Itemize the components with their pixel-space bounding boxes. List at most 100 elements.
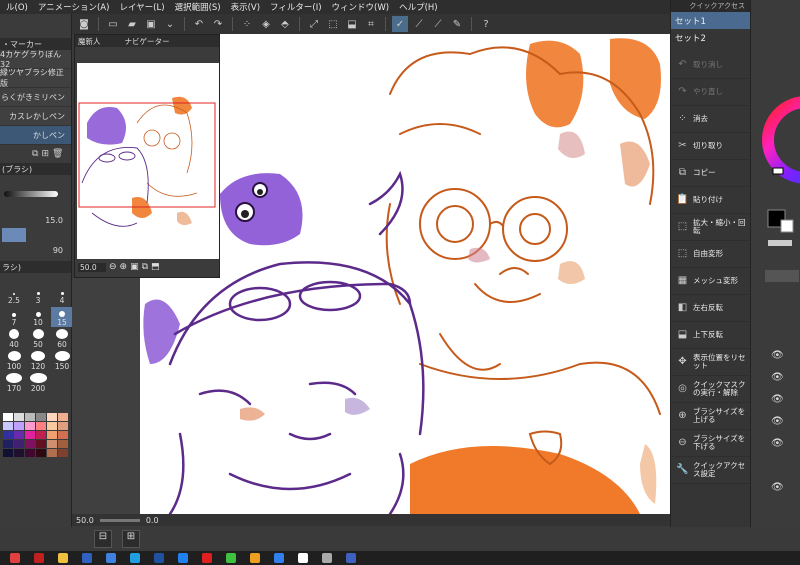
panel-toggle-icon[interactable]: ⊞ <box>122 530 140 548</box>
swatch[interactable] <box>47 449 57 457</box>
dropdown-icon[interactable]: ⌄ <box>162 16 178 32</box>
size-preset[interactable]: 50 <box>27 329 49 349</box>
size-preset[interactable]: 10 <box>27 307 49 327</box>
eye-icon[interactable]: 👁 <box>771 416 784 427</box>
eye-icon[interactable]: 👁 <box>771 372 784 383</box>
swatch[interactable] <box>58 431 68 439</box>
snap-grid-icon[interactable]: ⟋ <box>430 16 446 32</box>
size-preset-selected[interactable]: 15 <box>51 307 73 327</box>
swatch[interactable] <box>14 440 24 448</box>
app-icon-10[interactable] <box>226 553 236 563</box>
app-icon-9[interactable] <box>202 553 212 563</box>
size-preset[interactable]: 3 <box>27 285 49 305</box>
actual-size-icon[interactable]: ⧉ <box>142 262 148 272</box>
fill-icon[interactable]: ◈ <box>258 16 274 32</box>
quick-access-item[interactable]: ↶ 取り消し <box>671 52 750 79</box>
clear-icon[interactable]: ⁘ <box>239 16 255 32</box>
menu-selection[interactable]: 選択範囲(S) <box>175 1 221 13</box>
opacity-row[interactable]: 90 <box>0 243 71 257</box>
eye-icon[interactable]: 👁 <box>771 482 784 493</box>
opacity-value[interactable]: 90 <box>53 246 63 255</box>
swatch[interactable] <box>14 422 24 430</box>
swatch[interactable] <box>36 440 46 448</box>
swatch[interactable] <box>36 413 46 421</box>
app-icon-8[interactable] <box>178 553 188 563</box>
app-icon-3[interactable] <box>58 553 68 563</box>
transform-icon[interactable]: ⤢ <box>306 16 322 32</box>
copy-subtool-icon[interactable]: ⧉ <box>32 149 38 159</box>
size-preset[interactable]: 7 <box>3 307 25 327</box>
save-icon[interactable]: ▣ <box>143 16 159 32</box>
swatch[interactable] <box>3 449 13 457</box>
swatch[interactable] <box>47 413 57 421</box>
quick-access-item[interactable]: 🔧 クイックアクセス設定 <box>671 457 750 484</box>
app-icon-11[interactable] <box>250 553 260 563</box>
size-preset[interactable]: 100 <box>3 351 25 371</box>
quick-access-item[interactable]: ⁘ 消去 <box>671 106 750 133</box>
brush-item[interactable]: らくがきミリペン <box>0 88 71 107</box>
swatch[interactable] <box>58 422 68 430</box>
app-icon-15[interactable] <box>346 553 356 563</box>
app-icon-12[interactable] <box>274 553 284 563</box>
swatch[interactable] <box>14 431 24 439</box>
app-icon-13[interactable] <box>298 553 308 563</box>
layer-tab[interactable]: 魔新人 <box>78 36 101 47</box>
swatch[interactable] <box>3 440 13 448</box>
size-preset[interactable]: 2.5 <box>3 285 25 305</box>
brush-size-value[interactable]: 15.0 <box>45 216 63 225</box>
quick-access-item[interactable]: ⧉ コピー <box>671 160 750 187</box>
swatch[interactable] <box>47 431 57 439</box>
help-icon[interactable]: ? <box>478 16 494 32</box>
zoom-slider[interactable] <box>99 518 140 522</box>
quick-access-set-1[interactable]: セット1 <box>671 12 750 29</box>
swatch[interactable] <box>58 449 68 457</box>
swatch[interactable] <box>36 431 46 439</box>
navigator-preview[interactable] <box>77 63 219 259</box>
menu-animation[interactable]: アニメーション(A) <box>38 1 110 13</box>
quick-access-set-2[interactable]: セット2 <box>671 29 750 46</box>
size-preset[interactable]: 120 <box>27 351 49 371</box>
quick-access-item[interactable]: ⬚ 拡大・縮小・回転 <box>671 214 750 241</box>
eye-icon[interactable]: 👁 <box>771 394 784 405</box>
quick-access-item[interactable]: ⊖ ブラシサイズを下げる <box>671 430 750 457</box>
app-icon-5[interactable] <box>106 553 116 563</box>
brush-item[interactable]: カスレかしペン <box>0 107 71 126</box>
size-preset[interactable]: 170 <box>3 373 25 393</box>
deselect-icon[interactable]: ⬚ <box>325 16 341 32</box>
quick-access-item[interactable]: 📋 貼り付け <box>671 187 750 214</box>
eraser-icon[interactable]: ⬘ <box>277 16 293 32</box>
snap-special-ruler-icon[interactable]: ⟋ <box>411 16 427 32</box>
app-icon-14[interactable] <box>322 553 332 563</box>
new-file-icon[interactable]: ▭ <box>105 16 121 32</box>
zoom-in-icon[interactable]: ⊕ <box>120 262 128 272</box>
delete-subtool-icon[interactable]: 🗑 <box>52 149 63 159</box>
menu-help[interactable]: ヘルプ(H) <box>399 1 438 13</box>
size-preset[interactable]: 40 <box>3 329 25 349</box>
quick-access-item[interactable]: ↷ やり直し <box>671 79 750 106</box>
open-folder-icon[interactable]: ▰ <box>124 16 140 32</box>
brush-item[interactable]: 縁ツヤブラシ修正版 <box>0 68 71 88</box>
size-row[interactable]: 15.0 <box>0 213 71 227</box>
eye-icon[interactable]: 👁 <box>771 350 784 361</box>
quick-access-item[interactable]: ✂ 切り取り <box>671 133 750 160</box>
eye-icon[interactable]: 👁 <box>771 438 784 449</box>
swatch[interactable] <box>47 422 57 430</box>
zoom-value[interactable]: 50.0 <box>76 516 94 525</box>
app-icon-4[interactable] <box>82 553 92 563</box>
swatch[interactable] <box>36 422 46 430</box>
app-icon-7[interactable] <box>154 553 164 563</box>
rotation-value[interactable]: 0.0 <box>146 516 159 525</box>
swatch[interactable] <box>36 449 46 457</box>
crop-icon[interactable]: ⌗ <box>363 16 379 32</box>
menu-view[interactable]: 表示(V) <box>231 1 260 13</box>
quick-access-item[interactable]: ◎ クイックマスクの実行・解除 <box>671 376 750 403</box>
swatch[interactable] <box>25 449 35 457</box>
swatch[interactable] <box>25 440 35 448</box>
invert-icon[interactable]: ⬓ <box>344 16 360 32</box>
size-preset[interactable]: 150 <box>51 351 73 371</box>
quick-access-item[interactable]: ⬚ 自由変形 <box>671 241 750 268</box>
zoom-out-icon[interactable]: ⊖ <box>109 262 117 272</box>
layout-icon[interactable]: ⊟ <box>94 530 112 548</box>
swatch[interactable] <box>3 413 13 421</box>
app-icon-2[interactable] <box>34 553 44 563</box>
